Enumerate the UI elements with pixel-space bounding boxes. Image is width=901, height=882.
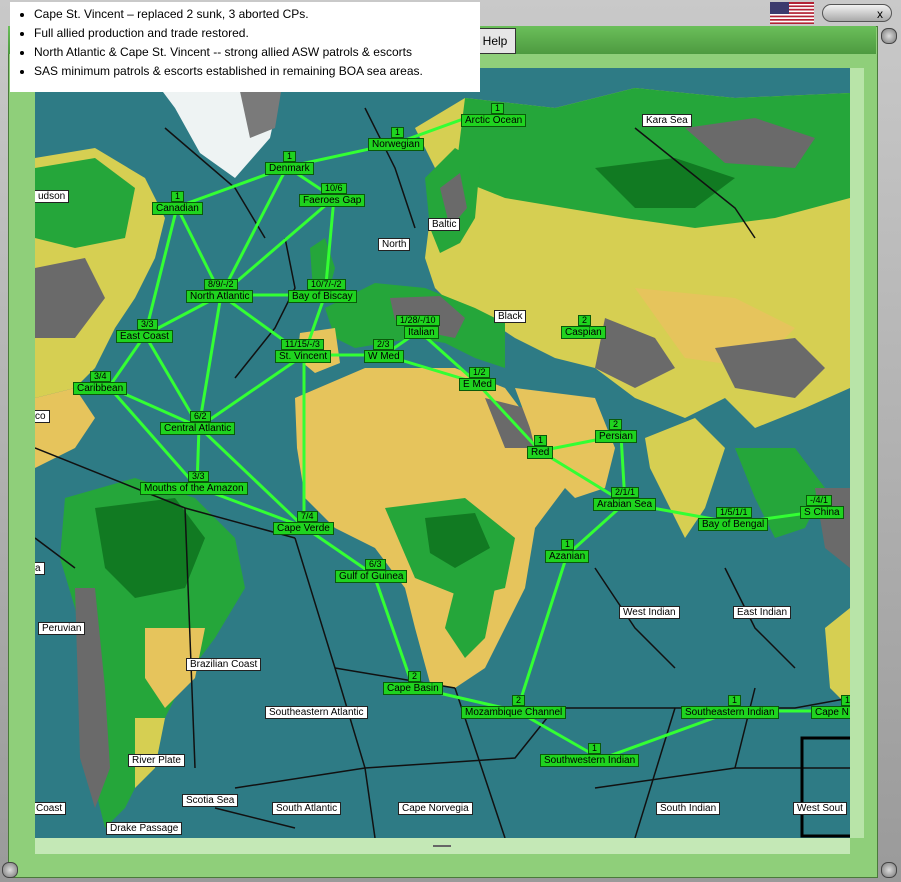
sea-area-south-indian[interactable]: South Indian bbox=[656, 802, 721, 815]
sea-area-kara-sea[interactable]: Kara Sea bbox=[642, 114, 692, 127]
sea-area-mexico[interactable]: co bbox=[35, 410, 50, 423]
sea-area-east-coast[interactable]: East Coast bbox=[116, 330, 173, 343]
sea-area-mouths-of-the-amazon[interactable]: Mouths of the Amazon bbox=[140, 482, 248, 495]
sea-area-west-indian[interactable]: West Indian bbox=[619, 606, 680, 619]
note-item: Cape St. Vincent – replaced 2 sunk, 3 ab… bbox=[34, 5, 480, 24]
sea-area-coast[interactable]: Coast bbox=[35, 802, 67, 815]
sea-area-count: 3/3 bbox=[137, 319, 158, 330]
sea-area-count: 1 bbox=[728, 695, 742, 706]
sea-area-count: 1 bbox=[534, 435, 548, 446]
sea-area-arabian-sea[interactable]: Arabian Sea bbox=[593, 498, 657, 511]
sea-area-count: 1/28/-/10 bbox=[396, 315, 440, 326]
scroll-grip-icon[interactable] bbox=[433, 845, 451, 847]
sea-area-southeastern-indian[interactable]: Southeastern Indian bbox=[681, 706, 779, 719]
sea-area-e-med[interactable]: E Med bbox=[459, 378, 496, 391]
sea-area-count: 2 bbox=[609, 419, 623, 430]
close-button[interactable]: x bbox=[822, 4, 892, 22]
sea-area-count: 3/3 bbox=[188, 471, 209, 482]
note-item: North Atlantic & Cape St. Vincent -- str… bbox=[34, 43, 480, 62]
sea-area-count: 8/9/-/2 bbox=[204, 279, 238, 290]
us-flag-icon bbox=[770, 2, 814, 24]
vertical-scrollbar[interactable] bbox=[850, 68, 864, 838]
sea-area-partial[interactable]: a bbox=[35, 562, 45, 575]
sea-area-count: 1 bbox=[171, 191, 185, 202]
sea-area-denmark[interactable]: Denmark bbox=[265, 162, 314, 175]
sea-area-count: 10/6 bbox=[321, 183, 347, 194]
note-item: Full allied production and trade restore… bbox=[34, 24, 480, 43]
sea-area-bay-of-biscay[interactable]: Bay of Biscay bbox=[288, 290, 357, 303]
sea-area-baltic[interactable]: Baltic bbox=[428, 218, 461, 231]
briefing-notes: Cape St. Vincent – replaced 2 sunk, 3 ab… bbox=[10, 2, 480, 92]
sea-area-count: 7/4 bbox=[297, 511, 318, 522]
sea-area-canadian[interactable]: Canadian bbox=[152, 202, 203, 215]
sea-area-count: 11/15/-/3 bbox=[281, 339, 324, 350]
sea-area-count: 1/2 bbox=[469, 367, 490, 378]
map-terrain bbox=[35, 68, 850, 838]
sea-area-bay-of-bengal[interactable]: Bay of Bengal bbox=[698, 518, 769, 531]
sea-area-count: 1 bbox=[391, 127, 405, 138]
sea-area-italian[interactable]: Italian bbox=[404, 326, 439, 339]
sea-area-count: 1 bbox=[588, 743, 602, 754]
sea-area-cape-n[interactable]: Cape N bbox=[811, 706, 850, 719]
sea-area-cape-verde[interactable]: Cape Verde bbox=[273, 522, 334, 535]
frame-bolt-icon bbox=[2, 862, 18, 878]
sea-area-caribbean[interactable]: Caribbean bbox=[73, 382, 128, 395]
sea-area-count: 10/7/-/2 bbox=[307, 279, 346, 290]
sea-area-caspian[interactable]: Caspian bbox=[561, 326, 606, 339]
sea-area-count: 2/3 bbox=[373, 339, 394, 350]
sea-area-west-south[interactable]: West Sout bbox=[793, 802, 847, 815]
sea-area-azanian[interactable]: Azanian bbox=[545, 550, 590, 563]
sea-area-count: 1 bbox=[561, 539, 575, 550]
close-icon: x bbox=[877, 7, 883, 21]
sea-area-black[interactable]: Black bbox=[494, 310, 527, 323]
sea-area-count: 2 bbox=[512, 695, 526, 706]
frame-bolt-icon bbox=[881, 862, 897, 878]
sea-area-s-china[interactable]: S China bbox=[800, 506, 844, 519]
sea-area-count: 6/3 bbox=[365, 559, 386, 570]
sea-area-southwestern-indian[interactable]: Southwestern Indian bbox=[540, 754, 640, 767]
sea-area-brazilian-coast[interactable]: Brazilian Coast bbox=[186, 658, 262, 671]
sea-area-faeroes-gap[interactable]: Faeroes Gap bbox=[299, 194, 366, 207]
sea-area-cape-basin[interactable]: Cape Basin bbox=[383, 682, 443, 695]
sea-area-count: 2 bbox=[408, 671, 422, 682]
sea-area-count: 2/1/1 bbox=[611, 487, 640, 498]
sea-area-north[interactable]: North bbox=[378, 238, 411, 251]
sea-area-north-atlantic[interactable]: North Atlantic bbox=[186, 290, 254, 303]
sea-area-gulf-of-guinea[interactable]: Gulf of Guinea bbox=[335, 570, 408, 583]
note-item: SAS minimum patrols & escorts establishe… bbox=[34, 62, 480, 81]
sea-area-count: 1/5/1/1 bbox=[716, 507, 752, 518]
sea-area-south-atlantic[interactable]: South Atlantic bbox=[272, 802, 342, 815]
sea-area-count: 1 bbox=[491, 103, 505, 114]
sea-area-east-indian[interactable]: East Indian bbox=[733, 606, 792, 619]
sea-area-norwegian[interactable]: Norwegian bbox=[368, 138, 424, 151]
sea-area-persian[interactable]: Persian bbox=[595, 430, 637, 443]
help-button[interactable]: Help bbox=[474, 28, 516, 54]
sea-area-count: 1 bbox=[283, 151, 297, 162]
sea-area-red[interactable]: Red bbox=[527, 446, 554, 459]
sea-area-st-vincent[interactable]: St. Vincent bbox=[275, 350, 332, 363]
sea-area-mozambique-channel[interactable]: Mozambique Channel bbox=[461, 706, 567, 719]
sea-area-river-plate[interactable]: River Plate bbox=[128, 754, 185, 767]
sea-area-scotia-sea[interactable]: Scotia Sea bbox=[182, 794, 239, 807]
frame-bolt-icon bbox=[881, 28, 897, 44]
sea-area-hudson[interactable]: udson bbox=[35, 190, 70, 203]
sea-area-w-med[interactable]: W Med bbox=[364, 350, 404, 363]
sea-area-count: 1 bbox=[841, 695, 850, 706]
sea-area-drake-passage[interactable]: Drake Passage bbox=[106, 822, 183, 835]
sea-area-central-atlantic[interactable]: Central Atlantic bbox=[160, 422, 236, 435]
horizontal-scrollbar[interactable] bbox=[35, 838, 850, 854]
sea-area-count: 6/2 bbox=[190, 411, 211, 422]
world-map[interactable]: 1 Arctic Ocean 1 Norwegian 1 Denmark 10/… bbox=[35, 68, 850, 838]
sea-area-count: 2 bbox=[578, 315, 592, 326]
sea-area-cape-norvegia[interactable]: Cape Norvegia bbox=[398, 802, 473, 815]
sea-area-count: -/4/1 bbox=[806, 495, 833, 506]
sea-area-arctic-ocean[interactable]: Arctic Ocean bbox=[461, 114, 527, 127]
sea-area-southeastern-atlantic[interactable]: Southeastern Atlantic bbox=[265, 706, 368, 719]
sea-area-peruvian[interactable]: Peruvian bbox=[38, 622, 86, 635]
sea-area-count: 3/4 bbox=[90, 371, 111, 382]
